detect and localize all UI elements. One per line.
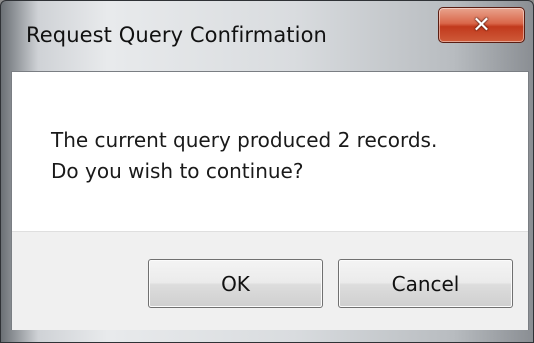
window-frame-bottom: [1, 330, 533, 342]
message-line-1: The current query produced 2 records.: [51, 128, 438, 152]
message-line-2: Do you wish to continue?: [51, 159, 304, 183]
dialog-title: Request Query Confirmation: [26, 23, 327, 47]
message-text: The current query produced 2 records. Do…: [51, 125, 437, 187]
close-icon: ✕: [472, 12, 491, 38]
close-button[interactable]: ✕: [438, 7, 525, 43]
button-bar: OK Cancel: [12, 231, 528, 330]
title-bar[interactable]: Request Query Confirmation ✕: [1, 1, 533, 71]
dialog-content: The current query produced 2 records. Do…: [11, 71, 529, 330]
cancel-button[interactable]: Cancel: [338, 259, 513, 308]
dialog-window: Request Query Confirmation ✕ The current…: [0, 0, 534, 343]
ok-button[interactable]: OK: [148, 259, 323, 308]
